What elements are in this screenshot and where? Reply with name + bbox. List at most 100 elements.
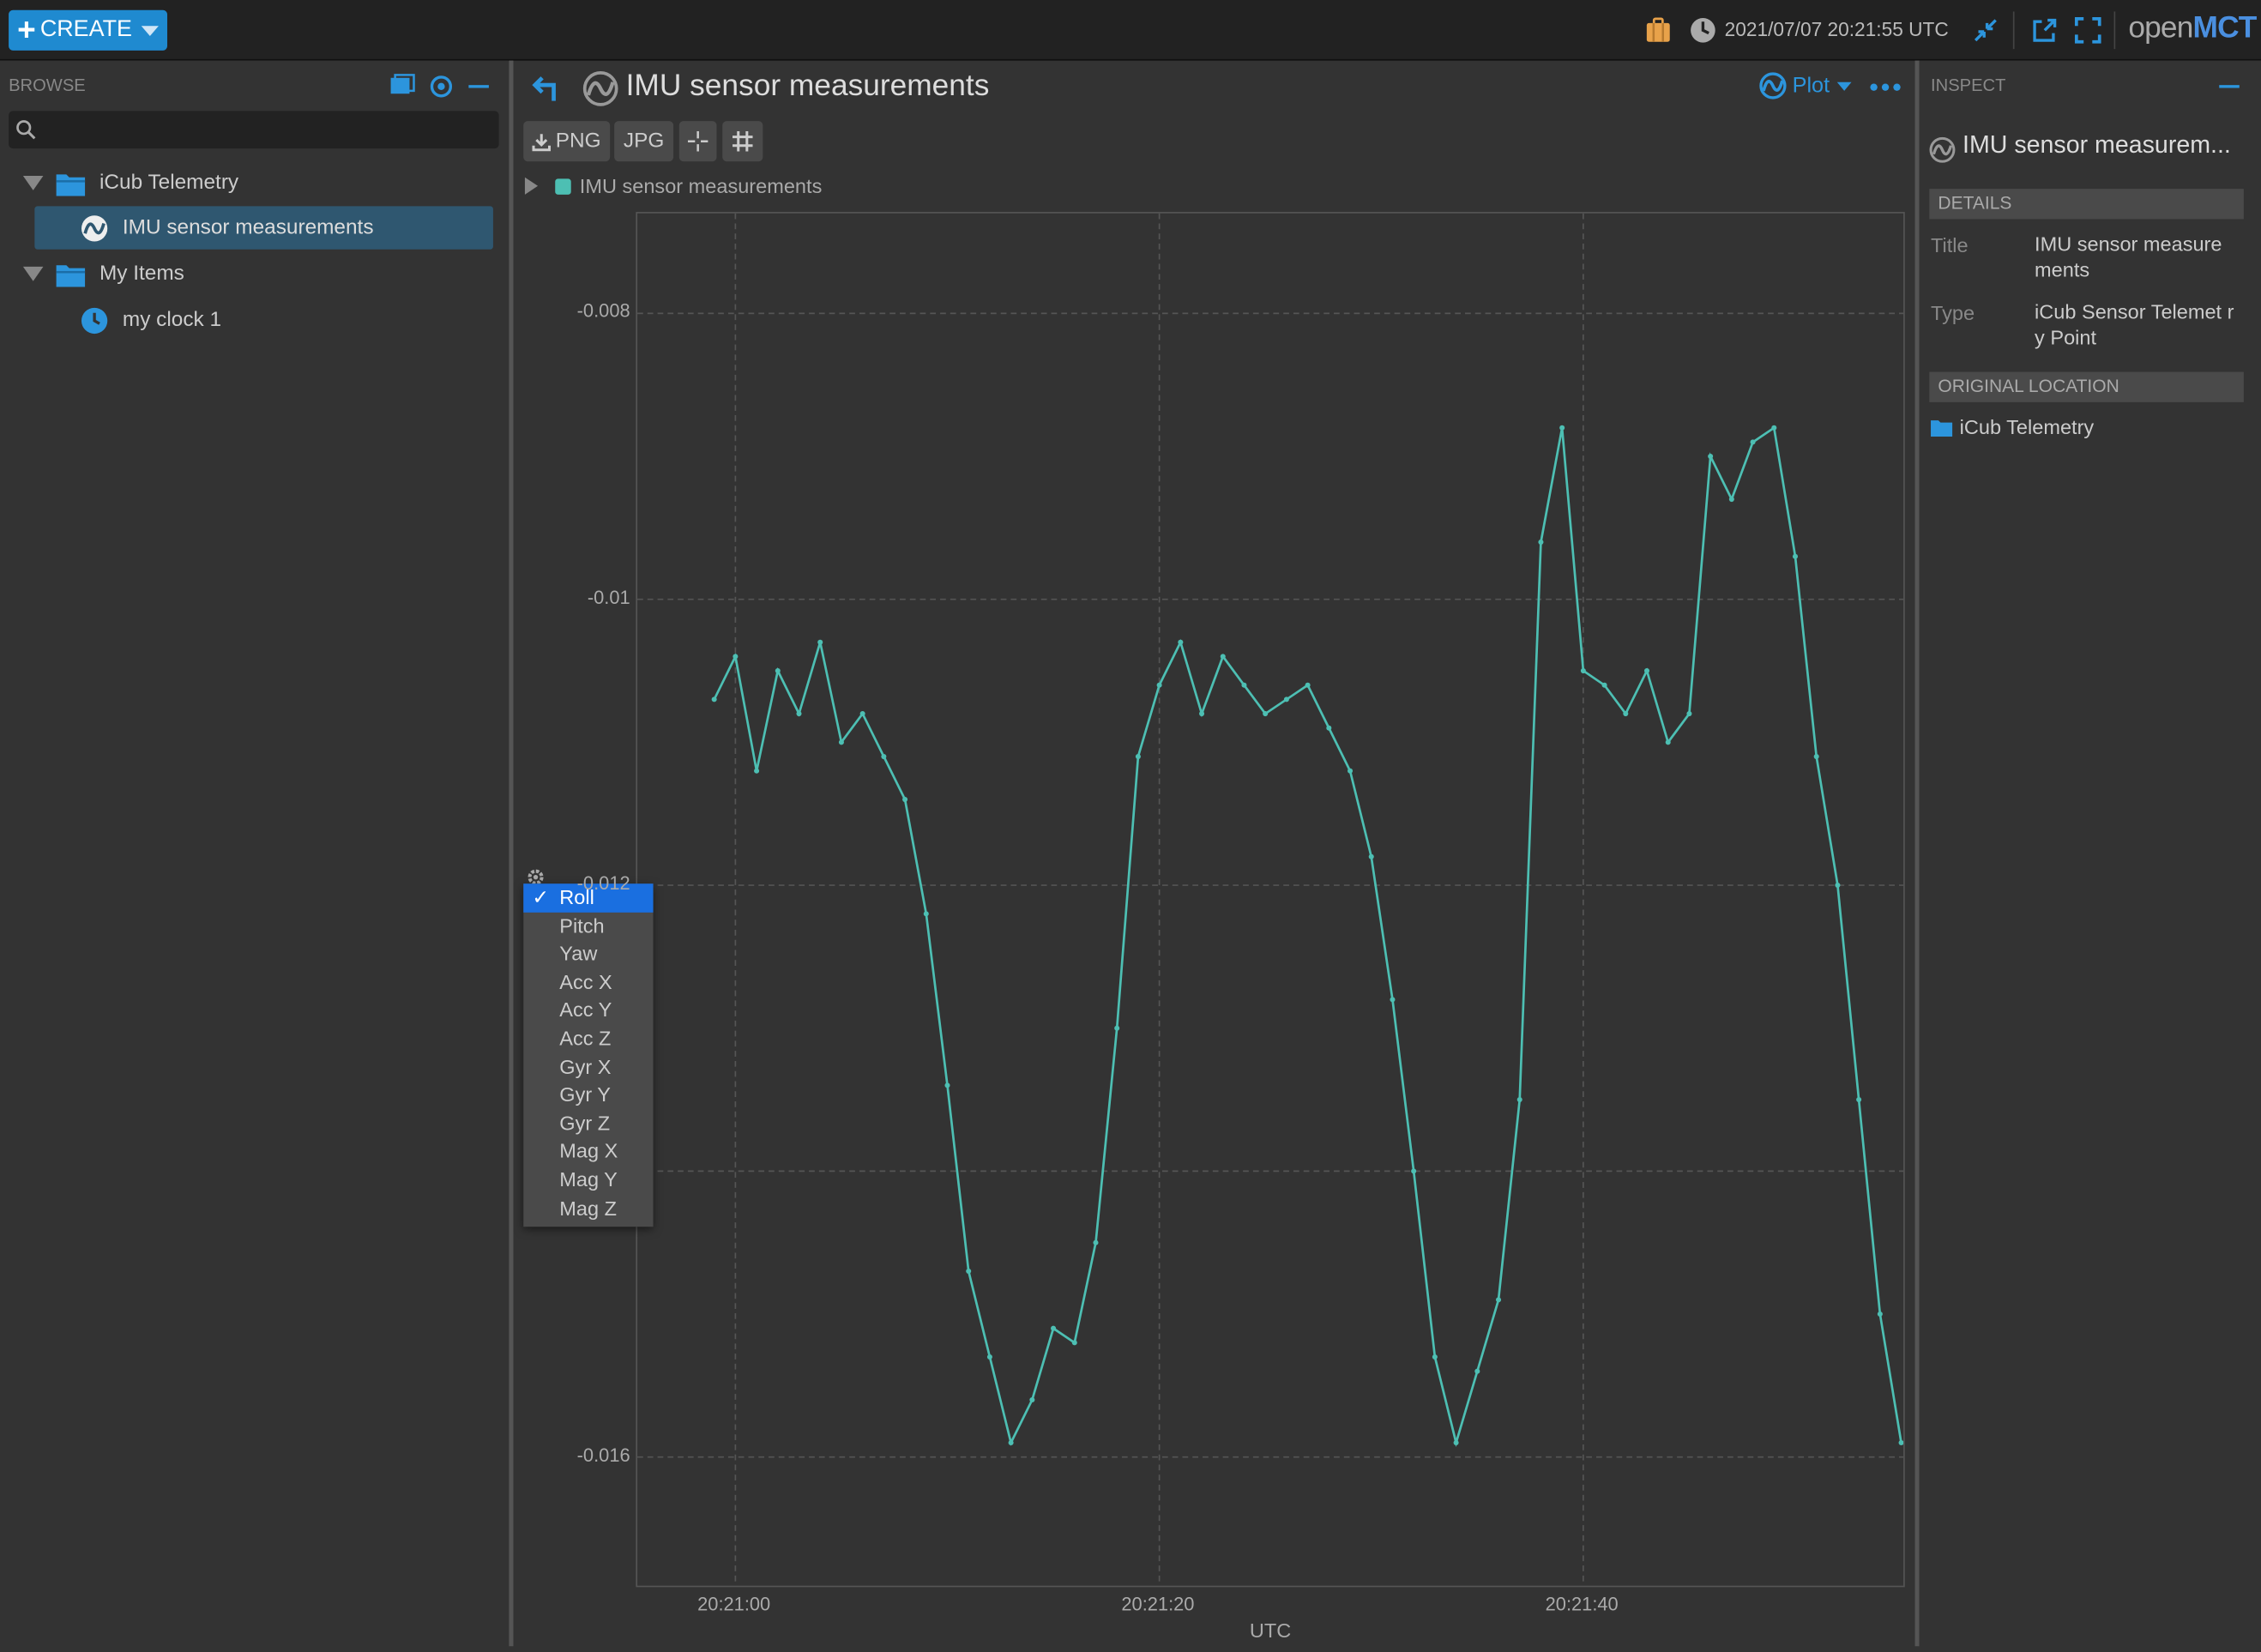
menu-item-label: Acc Y bbox=[559, 998, 612, 1022]
data-point bbox=[1283, 696, 1289, 702]
menu-item-mag-x[interactable]: Mag X bbox=[523, 1138, 653, 1167]
data-point bbox=[1305, 682, 1311, 688]
tree-item-imu-sensor-measurements[interactable]: IMU sensor measurements bbox=[34, 206, 493, 250]
search-input[interactable] bbox=[9, 111, 499, 149]
menu-item-label: Gyr Z bbox=[559, 1111, 611, 1135]
menu-item-acc-y[interactable]: Acc Y bbox=[523, 997, 653, 1025]
fullscreen-icon[interactable] bbox=[2073, 15, 2102, 45]
jpg-label: JPG bbox=[623, 130, 665, 154]
new-window-icon[interactable] bbox=[2030, 15, 2059, 45]
menu-item-mag-y[interactable]: Mag Y bbox=[523, 1167, 653, 1195]
locate-icon[interactable] bbox=[428, 74, 454, 99]
data-point bbox=[1898, 1440, 1904, 1446]
data-point bbox=[1135, 754, 1141, 760]
data-point bbox=[775, 668, 781, 674]
menu-item-label: Acc X bbox=[559, 969, 612, 993]
x-axis-label: UTC bbox=[1249, 1619, 1292, 1643]
data-point bbox=[1199, 711, 1205, 717]
collapse-pane-icon[interactable] bbox=[2219, 85, 2240, 88]
data-point bbox=[1411, 1168, 1417, 1174]
y-tick-label: -0.012 bbox=[576, 871, 630, 895]
data-point bbox=[986, 1354, 992, 1360]
data-point bbox=[733, 654, 739, 660]
shrink-icon[interactable] bbox=[1971, 15, 2000, 45]
data-point bbox=[1495, 1297, 1502, 1303]
menu-item-gyr-y[interactable]: Gyr Y bbox=[523, 1082, 653, 1110]
data-point bbox=[1750, 439, 1756, 445]
tree-item-my-clock-1[interactable]: my clock 1 bbox=[34, 298, 493, 341]
data-point bbox=[1008, 1440, 1014, 1446]
plot-icon bbox=[1759, 72, 1787, 99]
crosshair-icon bbox=[687, 130, 708, 152]
chevron-down-icon bbox=[141, 25, 159, 36]
folder-icon bbox=[1931, 419, 1953, 437]
create-button[interactable]: + CREATE bbox=[9, 9, 168, 51]
menu-item-pitch[interactable]: Pitch bbox=[523, 912, 653, 940]
data-point bbox=[1029, 1397, 1035, 1403]
pane-splitter[interactable] bbox=[509, 60, 514, 1647]
menu-item-mag-z[interactable]: Mag Z bbox=[523, 1194, 653, 1222]
data-point bbox=[754, 768, 760, 774]
collapse-pane-icon[interactable] bbox=[468, 85, 489, 88]
export-jpg-button[interactable]: JPG bbox=[614, 121, 674, 162]
expand-legend-icon[interactable] bbox=[524, 177, 539, 195]
new-folder-icon[interactable] bbox=[389, 74, 415, 97]
clock-icon[interactable] bbox=[1689, 15, 1718, 45]
x-tick-label: 20:21:20 bbox=[1121, 1593, 1195, 1615]
logo-open: open bbox=[2128, 11, 2193, 45]
menu-item-gyr-x[interactable]: Gyr X bbox=[523, 1053, 653, 1082]
data-point bbox=[923, 911, 929, 917]
data-point bbox=[1856, 1097, 1862, 1103]
series-line bbox=[713, 425, 1902, 1448]
tree-item-icub-telemetry[interactable]: iCub Telemetry bbox=[22, 161, 493, 204]
menu-item-acc-z[interactable]: Acc Z bbox=[523, 1025, 653, 1053]
plot-legend[interactable]: IMU sensor measurements bbox=[524, 174, 822, 197]
original-location-link[interactable]: iCub Telemetry bbox=[1931, 415, 2094, 438]
data-point bbox=[1623, 711, 1629, 717]
expand-triangle-icon[interactable] bbox=[22, 266, 44, 281]
chevron-down-icon bbox=[1836, 81, 1852, 91]
title-prop-label: Title bbox=[1931, 233, 1969, 257]
details-section-header: DETAILS bbox=[1929, 189, 2244, 220]
inspect-object-title: IMU sensor measurem... bbox=[1963, 130, 2231, 159]
expand-triangle-icon[interactable] bbox=[22, 176, 44, 190]
location-label: iCub Telemetry bbox=[1959, 415, 2095, 438]
logo-mct: MCT bbox=[2192, 11, 2258, 45]
type-prop-value: iCub Sensor Telemet ry Point bbox=[2035, 299, 2234, 348]
telemetry-icon bbox=[582, 71, 618, 106]
original-location-section-header: ORIGINAL LOCATION bbox=[1929, 371, 2244, 402]
data-point bbox=[966, 1269, 972, 1275]
toggle-grid-button[interactable] bbox=[722, 121, 763, 162]
dot bbox=[1870, 83, 1878, 91]
data-point bbox=[817, 639, 823, 645]
menu-item-gyr-z[interactable]: Gyr Z bbox=[523, 1110, 653, 1138]
data-point bbox=[1156, 682, 1162, 688]
plot-canvas[interactable] bbox=[636, 212, 1905, 1588]
data-point bbox=[1368, 853, 1374, 859]
data-point bbox=[1708, 454, 1714, 460]
data-point bbox=[902, 797, 908, 803]
data-point bbox=[1390, 997, 1396, 1003]
tree-item-label: iCub Telemetry bbox=[99, 171, 239, 195]
export-png-button[interactable]: PNG bbox=[523, 121, 611, 162]
y-axis-select-menu[interactable]: ✓ Roll Pitch Yaw Acc X Acc Y Acc Z Gyr X Gyr Y Gy… bbox=[523, 883, 654, 1227]
data-point bbox=[1559, 425, 1565, 431]
menu-item-yaw[interactable]: Yaw bbox=[523, 940, 653, 968]
more-options-button[interactable] bbox=[1870, 83, 1901, 91]
view-switcher[interactable]: Plot bbox=[1759, 72, 1852, 99]
data-point bbox=[1538, 540, 1544, 546]
cursor-guide-button[interactable] bbox=[678, 121, 717, 162]
back-arrow-icon[interactable] bbox=[529, 72, 561, 104]
data-point bbox=[1580, 668, 1586, 674]
top-bar: + CREATE 2021/07/07 20:21:55 UTC openMCT bbox=[0, 0, 2261, 61]
data-point bbox=[1792, 553, 1799, 559]
divider bbox=[2012, 11, 2015, 50]
openmct-logo: openMCT bbox=[2128, 11, 2258, 45]
briefcase-icon[interactable] bbox=[1643, 15, 1673, 45]
data-point bbox=[1071, 1340, 1077, 1346]
tree-item-my-items[interactable]: My Items bbox=[22, 252, 493, 295]
download-icon bbox=[532, 133, 552, 151]
data-point bbox=[1432, 1354, 1438, 1360]
menu-item-acc-x[interactable]: Acc X bbox=[523, 968, 653, 997]
view-label: Plot bbox=[1792, 73, 1830, 99]
